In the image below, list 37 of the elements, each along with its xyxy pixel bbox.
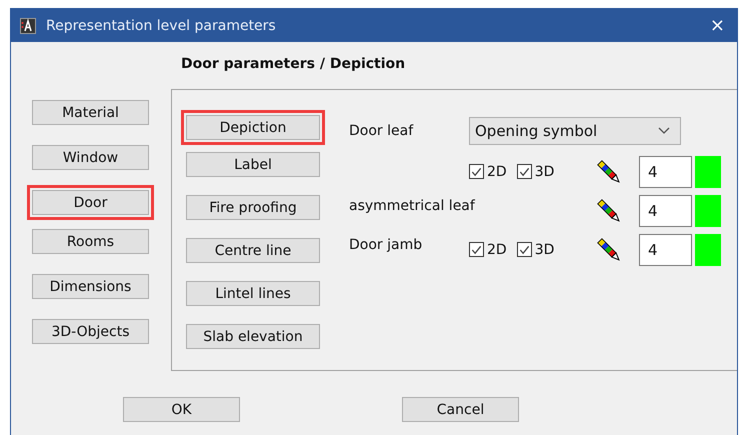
pen-number-field[interactable]: 4 bbox=[639, 194, 692, 226]
checkbox-label: 2D bbox=[487, 242, 507, 258]
category-button[interactable]: Material bbox=[32, 100, 149, 125]
chevron-down-icon bbox=[658, 127, 670, 135]
section-button[interactable]: Lintel lines bbox=[186, 281, 320, 306]
color-swatch[interactable] bbox=[695, 234, 721, 266]
section-button[interactable]: Depiction bbox=[186, 115, 320, 140]
category-button[interactable]: Window bbox=[32, 145, 149, 170]
category-button[interactable]: Rooms bbox=[32, 229, 149, 254]
category-button[interactable]: 3D-Objects bbox=[32, 319, 149, 344]
section-button[interactable]: Label bbox=[186, 152, 320, 177]
checkbox-label: 3D bbox=[534, 164, 554, 180]
section-button[interactable]: Centre line bbox=[186, 238, 320, 263]
checkbox-label: 2D bbox=[487, 164, 507, 180]
window-title: Representation level parameters bbox=[46, 18, 276, 34]
checkbox[interactable] bbox=[469, 164, 484, 179]
section-button[interactable]: Fire proofing bbox=[186, 195, 320, 220]
section-button[interactable]: Slab elevation bbox=[186, 324, 320, 349]
field-label: asymmetrical leaf bbox=[349, 198, 475, 214]
pen-number-field[interactable]: 4 bbox=[639, 156, 692, 188]
category-button[interactable]: Door bbox=[32, 190, 149, 215]
checkbox[interactable] bbox=[516, 242, 532, 257]
field-label: Door leaf bbox=[349, 123, 414, 139]
checkbox-label: 3D bbox=[534, 242, 554, 258]
pen-number-field[interactable]: 4 bbox=[639, 234, 692, 266]
dialog-button[interactable]: OK bbox=[123, 397, 240, 422]
color-swatch[interactable] bbox=[695, 156, 721, 188]
app-icon bbox=[20, 18, 36, 34]
color-swatch[interactable] bbox=[695, 194, 721, 226]
category-button[interactable]: Dimensions bbox=[32, 274, 149, 299]
checkbox[interactable] bbox=[469, 242, 484, 257]
panel-heading: Door parameters / Depiction bbox=[181, 56, 406, 74]
dialog-button[interactable]: Cancel bbox=[402, 397, 519, 422]
field-label: Door jamb bbox=[349, 237, 422, 253]
checkbox[interactable] bbox=[516, 164, 532, 179]
dropdown[interactable]: Opening symbol bbox=[469, 117, 681, 145]
close-button[interactable]: × bbox=[706, 15, 729, 36]
